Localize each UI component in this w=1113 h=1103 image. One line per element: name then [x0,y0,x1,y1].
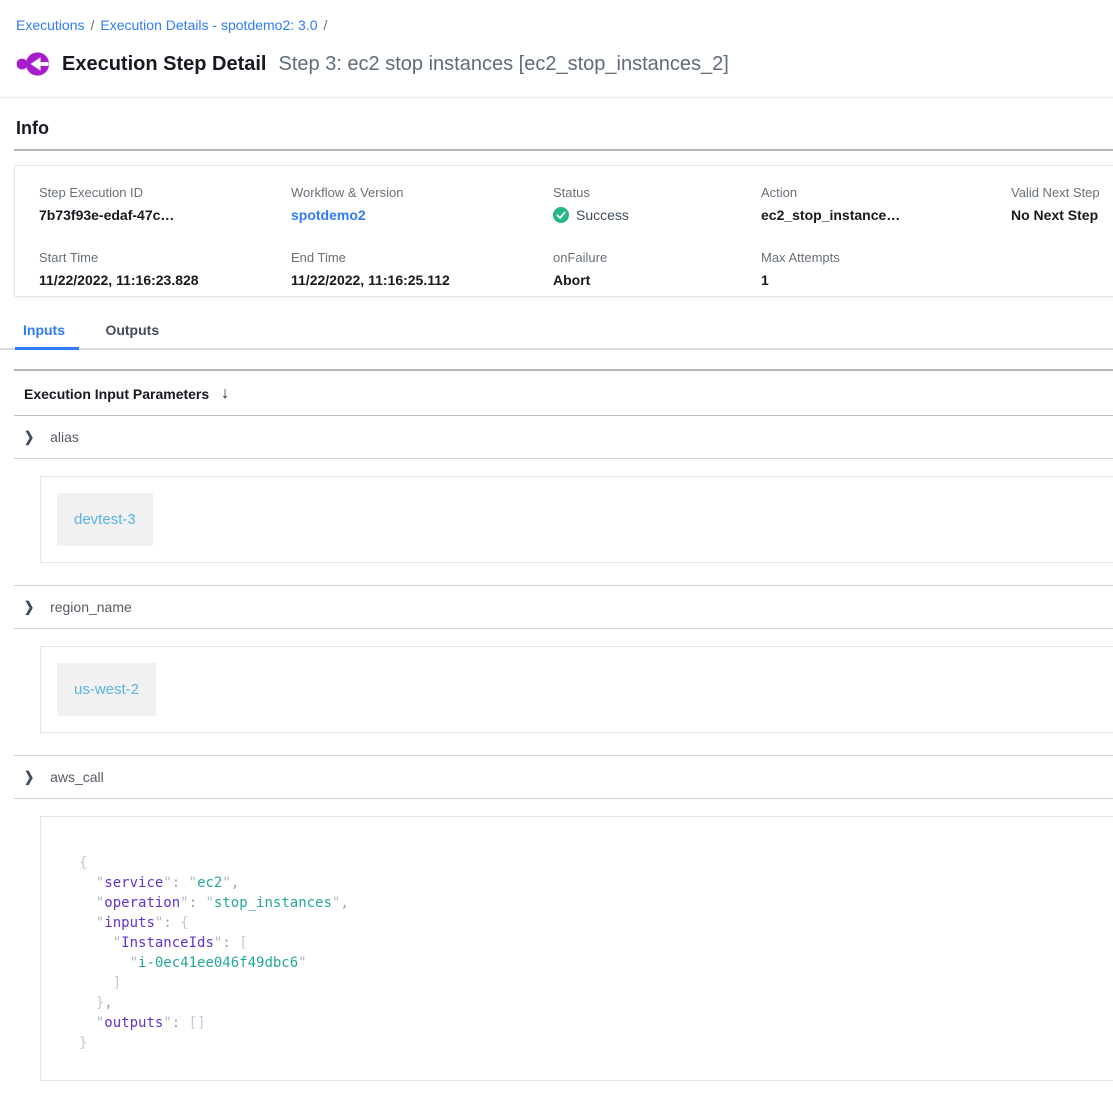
field-label: Max Attempts [761,250,1011,265]
tab-outputs[interactable]: Outputs [97,320,173,350]
field-value: ec2_stop_instance… [761,207,1011,223]
field-label: Status [553,185,761,200]
param-value-chip: devtest-3 [57,493,153,546]
field-label: Step Execution ID [39,185,291,200]
info-divider [14,149,1113,151]
chevron-right-icon[interactable]: ❯ [24,769,34,785]
header-divider [0,97,1113,98]
param-name: aws_call [50,769,104,785]
param-content-alias: devtest-3 [14,459,1113,586]
param-row-region-name[interactable]: ❯ region_name [14,586,1113,629]
chevron-right-icon[interactable]: ❯ [24,599,34,615]
field-step-execution-id: Step Execution ID 7b73f93e-edaf-47c… [39,185,291,231]
field-max-attempts: Max Attempts 1 [761,250,1011,296]
param-name: region_name [50,599,132,615]
field-value: 11/22/2022, 11:16:25.112 [291,272,553,288]
page-title: Execution Step Detail [62,53,267,76]
field-label: Workflow & Version [291,185,553,200]
info-section-heading: Info [16,118,1097,139]
field-value: 7b73f93e-edaf-47c… [39,207,291,223]
field-workflow-version: Workflow & Version spotdemo2 [291,185,553,231]
breadcrumb-link-executions[interactable]: Executions [16,17,84,33]
tab-bar: Inputs Outputs [0,320,1113,350]
breadcrumb-separator: / [84,17,100,33]
status-badge: Success [553,207,761,223]
parameters-header: Execution Input Parameters ↓ [14,371,1113,416]
breadcrumb: Executions/Execution Details - spotdemo2… [0,0,1113,33]
param-value-box: devtest-3 [40,476,1113,563]
field-action: Action ec2_stop_instance… [761,185,1011,231]
parameters-heading: Execution Input Parameters [24,386,209,402]
field-label: Action [761,185,1011,200]
param-row-aws-call[interactable]: ❯ aws_call [14,756,1113,799]
workflow-execution-icon [16,48,50,80]
field-value: Abort [553,272,761,288]
field-status: Status Success [553,185,761,231]
param-row-alias[interactable]: ❯ alias [14,416,1113,459]
param-value-box: us-west-2 [40,646,1113,733]
param-value-chip: us-west-2 [57,663,156,716]
json-code-block: { "service": "ec2", "operation": "stop_i… [79,853,1113,1053]
breadcrumb-link-execution-details[interactable]: Execution Details - spotdemo2: 3.0 [100,17,317,33]
field-label: End Time [291,250,553,265]
info-card: Step Execution ID 7b73f93e-edaf-47c… Wor… [14,165,1113,297]
sort-descending-icon[interactable]: ↓ [221,385,229,403]
execution-input-parameters-table: Execution Input Parameters ↓ ❯ alias dev… [14,369,1113,1103]
chevron-right-icon[interactable]: ❯ [24,429,34,445]
field-value: 11/22/2022, 11:16:23.828 [39,272,291,288]
field-end-time: End Time 11/22/2022, 11:16:25.112 [291,250,553,296]
field-onfailure: onFailure Abort [553,250,761,296]
field-label: onFailure [553,250,761,265]
param-content-region-name: us-west-2 [14,629,1113,756]
param-content-aws-call: { "service": "ec2", "operation": "stop_i… [14,799,1113,1103]
status-text: Success [576,207,629,223]
workflow-link[interactable]: spotdemo2 [291,207,553,223]
field-valid-next-step: Valid Next Step No Next Step [1011,185,1113,231]
breadcrumb-separator: / [318,17,334,33]
param-code-box: { "service": "ec2", "operation": "stop_i… [40,816,1113,1081]
param-name: alias [50,429,79,445]
success-icon [553,207,569,223]
page-header: Execution Step Detail Step 3: ec2 stop i… [16,48,1097,80]
field-label: Valid Next Step [1011,185,1113,200]
field-value: No Next Step [1011,207,1113,223]
field-start-time: Start Time 11/22/2022, 11:16:23.828 [39,250,291,296]
field-label: Start Time [39,250,291,265]
tab-inputs[interactable]: Inputs [15,320,79,350]
page-subtitle: Step 3: ec2 stop instances [ec2_stop_ins… [279,53,729,76]
field-value: 1 [761,272,1011,288]
